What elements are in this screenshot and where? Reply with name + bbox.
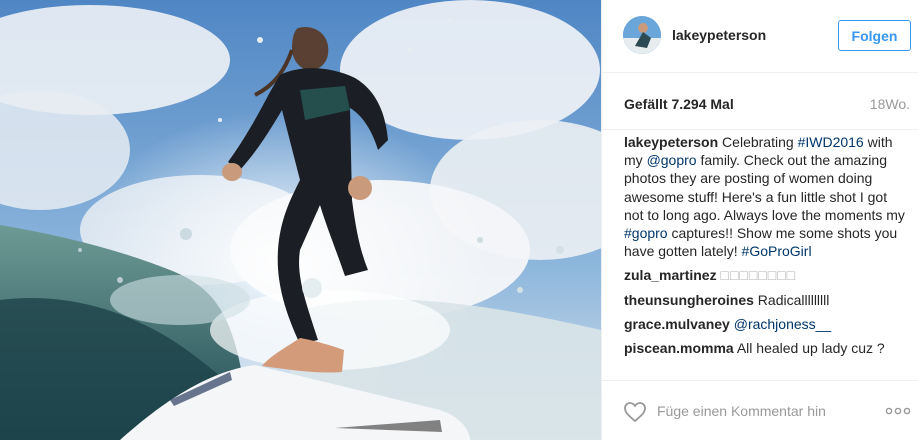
post-author-username[interactable]: lakeypeterson (672, 27, 766, 43)
add-comment-input[interactable] (657, 403, 857, 419)
heart-icon[interactable] (623, 401, 647, 423)
avatar-image (623, 16, 661, 54)
hashtag-link[interactable]: #gopro (624, 225, 668, 241)
post-stats: Gefällt 7.294 Mal 18Wo. (602, 73, 918, 130)
comment-item: piscean.momma All healed up lady cuz ? (624, 339, 909, 357)
like-count[interactable]: Gefällt 7.294 Mal (624, 96, 734, 112)
mention-link[interactable]: @rachjoness__ (734, 316, 832, 332)
comment-text: All healed up lady cuz ? (736, 340, 885, 357)
comment-username[interactable]: theunsungheroines (624, 292, 754, 308)
post-header: lakeypeterson Folgen (602, 0, 918, 73)
post-age[interactable]: 18Wo. (870, 96, 910, 112)
comment-list: lakeypeterson Celebrating #IWD2016 with … (624, 133, 909, 357)
comment-text: Radicalllllllll (757, 291, 830, 308)
avatar[interactable] (623, 16, 661, 54)
caption-username[interactable]: lakeypeterson (624, 134, 718, 150)
comment-footer (602, 380, 918, 440)
post-photo[interactable] (0, 0, 601, 440)
comment-item: grace.mulvaney @rachjoness__ (624, 315, 909, 333)
post-caption: lakeypeterson Celebrating #IWD2016 with … (624, 133, 909, 260)
ellipsis-icon[interactable] (885, 406, 911, 416)
post-details-panel: lakeypeterson Folgen Gefällt 7.294 Mal 1… (601, 0, 918, 440)
comment-username[interactable]: piscean.momma (624, 340, 734, 356)
hashtag-link[interactable]: #IWD2016 (798, 134, 864, 150)
hashtag-link[interactable]: #GoProGirl (742, 243, 812, 259)
comment-username[interactable]: grace.mulvaney (624, 316, 730, 332)
comment-text: □□□□□□□□ (720, 267, 797, 284)
mention-link[interactable]: @gopro (647, 152, 697, 168)
comment-username[interactable]: zula_martinez (624, 267, 717, 283)
comment-item: theunsungheroines Radicalllllllll (624, 291, 909, 309)
surfer-photo-image (0, 0, 601, 440)
follow-button[interactable]: Folgen (838, 20, 911, 51)
caption-text: Celebrating (718, 134, 798, 150)
comment-item: zula_martinez □□□□□□□□ (624, 266, 909, 284)
